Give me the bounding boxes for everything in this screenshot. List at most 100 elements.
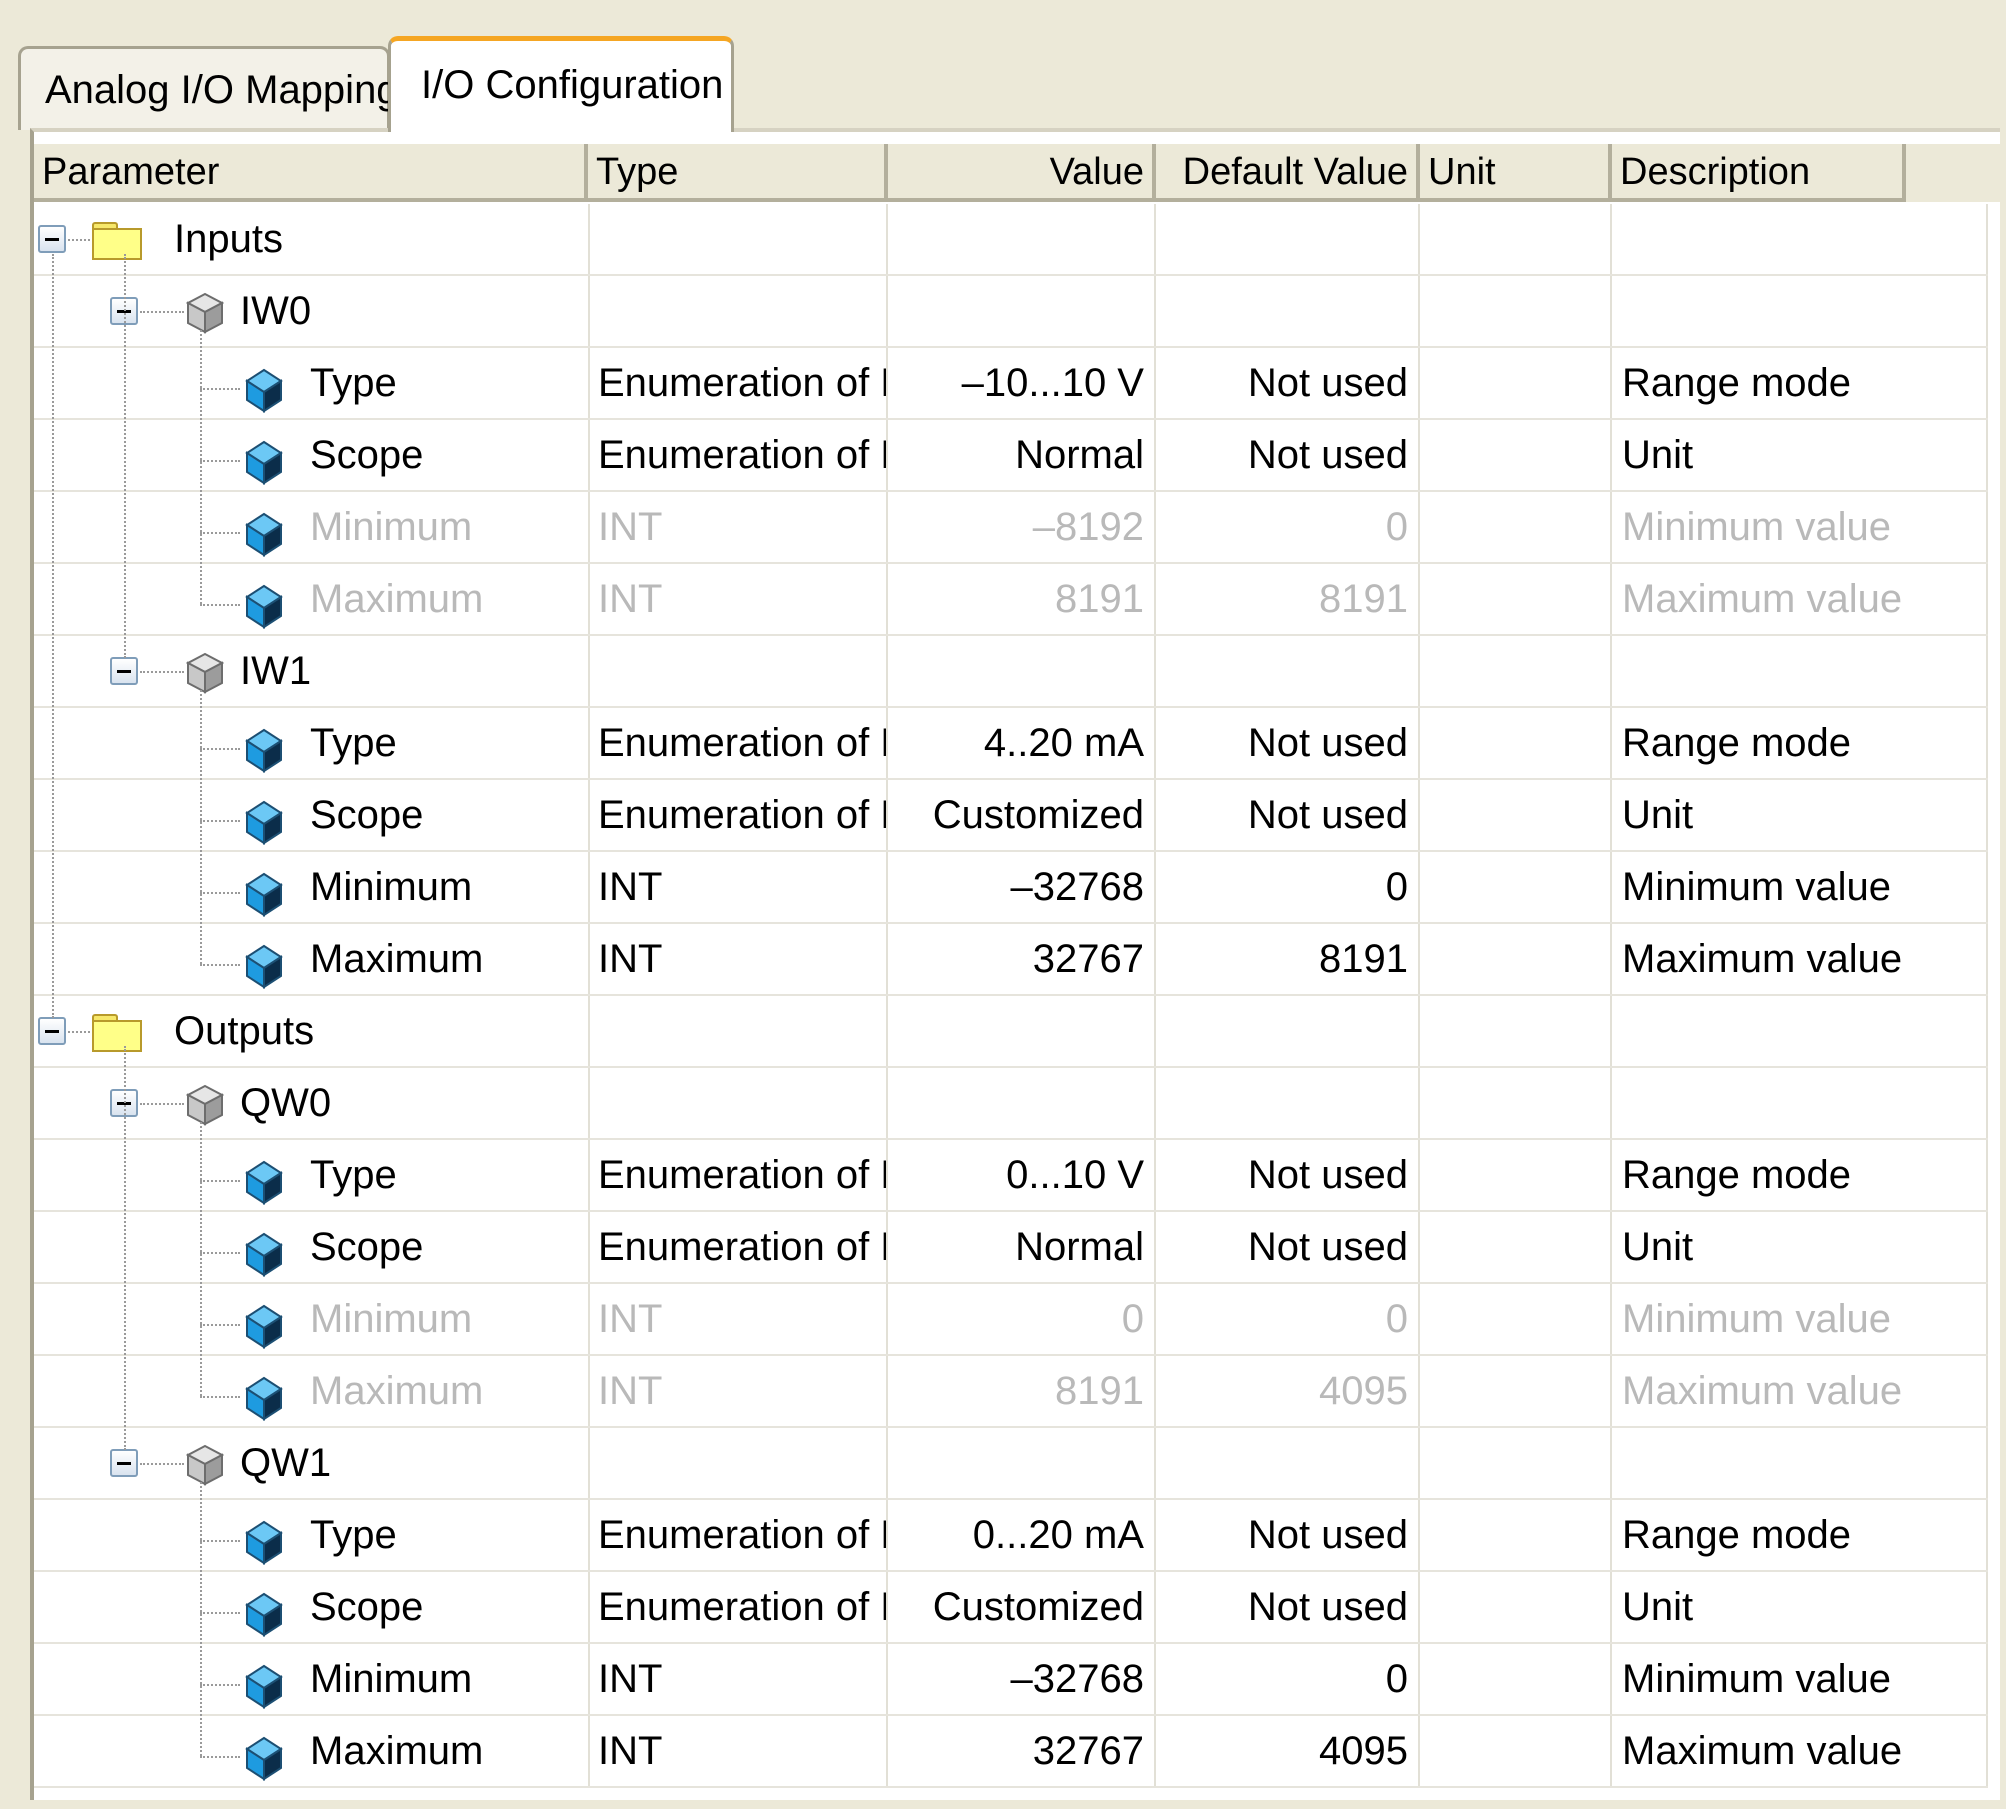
- parameter-cell: Type: [34, 1500, 590, 1570]
- unit-cell: [1420, 1500, 1612, 1570]
- collapse-icon[interactable]: [110, 657, 138, 685]
- table-row[interactable]: Type Enumeration of BYTE–10...10 VNot use…: [34, 348, 1988, 420]
- value-cell[interactable]: [888, 204, 1156, 274]
- value-cell[interactable]: 32767: [888, 924, 1156, 994]
- parameter-name: Maximum: [310, 937, 484, 981]
- parameter-name: Scope: [310, 1585, 424, 1629]
- parameter-name: Scope: [310, 793, 424, 837]
- description-cell: [1612, 276, 1988, 346]
- default-cell: Not used: [1156, 420, 1420, 490]
- value-cell[interactable]: 4..20 mA: [888, 708, 1156, 778]
- type-cell: [588, 204, 888, 274]
- table-row[interactable]: QW0: [34, 1068, 1988, 1140]
- tree-connector-line: [140, 1103, 184, 1105]
- collapse-icon[interactable]: [38, 1017, 66, 1045]
- tree-connector-line: [200, 1482, 202, 1756]
- unit-cell: [1420, 996, 1612, 1066]
- description-cell: [1612, 1428, 1988, 1498]
- description-cell: Maximum value: [1612, 924, 1988, 994]
- table-row[interactable]: Type Enumeration of BYTE0...20 mANot used…: [34, 1500, 1988, 1572]
- value-cell[interactable]: Customized: [888, 1572, 1156, 1642]
- parameter-name: Minimum: [310, 1657, 473, 1701]
- tree-connector-line: [68, 239, 90, 241]
- type-cell: INT: [588, 924, 888, 994]
- value-cell[interactable]: –8192: [888, 492, 1156, 562]
- table-row[interactable]: Maximum INT 8191 8191 Maximum value: [34, 564, 1988, 636]
- table-row[interactable]: Type Enumeration of BYTE4..20 mANot used R…: [34, 708, 1988, 780]
- table-row[interactable]: Type Enumeration of BYTE0...10 VNot used R…: [34, 1140, 1988, 1212]
- column-header-description[interactable]: Description: [1612, 144, 1906, 202]
- parameter-icon: [244, 512, 284, 563]
- table-row[interactable]: Minimum INT 0 0 Minimum value: [34, 1284, 1988, 1356]
- table-row[interactable]: Outputs: [34, 996, 1988, 1068]
- description-cell: Range mode: [1612, 348, 1988, 418]
- parameter-name: Scope: [310, 433, 424, 477]
- table-row[interactable]: QW1: [34, 1428, 1988, 1500]
- description-cell: Minimum value: [1612, 492, 1988, 562]
- table-row[interactable]: Maximum INT 32767 4095 Maximum value: [34, 1716, 1988, 1788]
- parameter-icon: [244, 584, 284, 635]
- table-row[interactable]: Scope Enumeration of BYTENormalNot used Un…: [34, 1212, 1988, 1284]
- parameter-name: QW1: [240, 1441, 332, 1485]
- collapse-icon[interactable]: [110, 1449, 138, 1477]
- tree-connector-line: [200, 460, 240, 462]
- default-cell: 0: [1156, 852, 1420, 922]
- default-cell: Not used: [1156, 348, 1420, 418]
- table-row[interactable]: IW1: [34, 636, 1988, 708]
- parameter-name: Type: [310, 721, 397, 765]
- type-cell: INT: [588, 852, 888, 922]
- value-cell[interactable]: 32767: [888, 1716, 1156, 1786]
- value-cell[interactable]: –10...10 V: [888, 348, 1156, 418]
- description-cell: Maximum value: [1612, 564, 1988, 634]
- collapse-icon[interactable]: [38, 225, 66, 253]
- default-cell: 0: [1156, 492, 1420, 562]
- value-cell[interactable]: Customized: [888, 780, 1156, 850]
- value-cell[interactable]: Normal: [888, 1212, 1156, 1282]
- tab-analog-io-mapping[interactable]: Analog I/O Mapping: [18, 46, 399, 130]
- column-header-unit[interactable]: Unit: [1420, 144, 1612, 202]
- default-cell: [1156, 1068, 1420, 1138]
- folder-icon: [92, 1014, 142, 1052]
- column-header-parameter[interactable]: Parameter: [34, 144, 588, 202]
- value-cell[interactable]: 0: [888, 1284, 1156, 1354]
- default-cell: 4095: [1156, 1356, 1420, 1426]
- value-cell[interactable]: –32768: [888, 1644, 1156, 1714]
- value-cell[interactable]: [888, 276, 1156, 346]
- column-header-type[interactable]: Type: [588, 144, 888, 202]
- value-cell[interactable]: [888, 1068, 1156, 1138]
- value-cell[interactable]: –32768: [888, 852, 1156, 922]
- type-cell: Enumeration of BYTE: [588, 1500, 888, 1570]
- type-cell: INT: [588, 1356, 888, 1426]
- unit-cell: [1420, 276, 1612, 346]
- value-cell[interactable]: [888, 636, 1156, 706]
- value-cell[interactable]: [888, 1428, 1156, 1498]
- table-row[interactable]: Minimum INT –8192 0 Minimum value: [34, 492, 1988, 564]
- tree-connector-line: [124, 254, 126, 658]
- column-header-default-value[interactable]: Default Value: [1156, 144, 1420, 202]
- tab-io-configuration[interactable]: I/O Configuration: [388, 36, 734, 132]
- description-cell: [1612, 996, 1988, 1066]
- tree-connector-line: [200, 964, 240, 966]
- value-cell[interactable]: [888, 996, 1156, 1066]
- column-header-value[interactable]: Value: [888, 144, 1156, 202]
- unit-cell: [1420, 1140, 1612, 1210]
- table-row[interactable]: Maximum INT 32767 8191 Maximum value: [34, 924, 1988, 996]
- table-row[interactable]: Minimum INT –32768 0 Minimum value: [34, 1644, 1988, 1716]
- value-cell[interactable]: Normal: [888, 420, 1156, 490]
- table-row[interactable]: Maximum INT 8191 4095 Maximum value: [34, 1356, 1988, 1428]
- table-row[interactable]: Inputs: [34, 204, 1988, 276]
- parameter-cell: Scope: [34, 1572, 590, 1642]
- table-row[interactable]: Scope Enumeration of BYTECustomizedNot us…: [34, 1572, 1988, 1644]
- table-row[interactable]: Scope Enumeration of BYTENormalNot used Un…: [34, 420, 1988, 492]
- table-row[interactable]: IW0: [34, 276, 1988, 348]
- parameter-icon: [244, 872, 284, 923]
- parameter-name: Type: [310, 361, 397, 405]
- value-cell[interactable]: 0...20 mA: [888, 1500, 1156, 1570]
- value-cell[interactable]: 8191: [888, 1356, 1156, 1426]
- parameter-icon: [244, 1376, 284, 1427]
- table-row[interactable]: Minimum INT –32768 0 Minimum value: [34, 852, 1988, 924]
- value-cell[interactable]: 0...10 V: [888, 1140, 1156, 1210]
- parameter-icon: [244, 944, 284, 995]
- value-cell[interactable]: 8191: [888, 564, 1156, 634]
- table-row[interactable]: Scope Enumeration of BYTECustomizedNot us…: [34, 780, 1988, 852]
